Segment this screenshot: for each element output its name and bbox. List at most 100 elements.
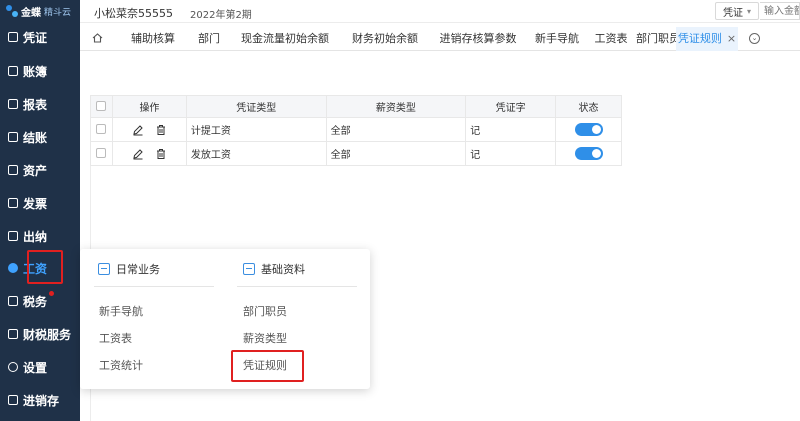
basic-data-icon (243, 263, 255, 275)
invoice-icon (8, 198, 18, 208)
chevron-down-icon: ▾ (746, 6, 751, 16)
sidebar-item-label: 设置 (23, 360, 48, 375)
sidebar-item-label: 税务 (23, 294, 48, 309)
sidebar-item-invoice[interactable]: 发票 (0, 190, 80, 216)
trash-icon[interactable] (155, 124, 167, 136)
header-voucher-word: 凭证字 (465, 95, 557, 118)
home-icon[interactable] (92, 33, 103, 43)
tab-auxiliary[interactable]: 辅助核算 (118, 27, 188, 51)
inventory-icon (8, 395, 18, 405)
header-salary-type: 薪资类型 (325, 95, 467, 118)
trash-icon[interactable] (155, 148, 167, 160)
sidebar-item-label: 进销存 (23, 393, 60, 408)
tab-cashflow-initial[interactable]: 现金流量初始余额 (230, 27, 340, 51)
sidebar-item-label: 发票 (23, 196, 48, 211)
header-voucher-type: 凭证类型 (185, 95, 327, 118)
status-toggle[interactable] (574, 147, 603, 160)
tax-icon (8, 296, 18, 306)
logo: 金蝶 精斗云 (6, 2, 71, 20)
tab-department[interactable]: 部门 (190, 27, 228, 51)
tab-bar: 辅助核算 部门 现金流量初始余额 财务初始余额 进销存核算参数 新手导航 工资表… (80, 27, 800, 51)
sidebar-item-cashier[interactable]: 出纳 (0, 223, 80, 249)
sidebar-item-label: 财税服务 (23, 327, 72, 342)
submenu-item-beginner-guide[interactable]: 新手导航 (99, 303, 143, 319)
payroll-submenu: 日常业务 新手导航 工资表 工资统计 基础资料 部门职员 薪资类型 凭证规则 (80, 249, 370, 389)
tab-beginner-guide[interactable]: 新手导航 (528, 27, 586, 51)
row-voucher-word: 记 (465, 117, 557, 142)
tab-voucher-rules[interactable]: 凭证规则 × (676, 27, 738, 51)
sidebar: 金蝶 精斗云 凭证 账簿 报表 结账 资产 发票 出纳 工资 税务 财税服务 设… (0, 0, 80, 421)
submenu-header-basic: 基础资料 (243, 260, 305, 278)
notification-dot (49, 291, 54, 296)
daily-business-icon (98, 263, 110, 275)
row-salary-type: 全部 (325, 141, 467, 166)
table-header-row: 操作 凭证类型 薪资类型 凭证字 状态 (90, 95, 622, 118)
submenu-item-department-staff[interactable]: 部门职员 (243, 303, 287, 319)
period-label: 2022年第2期 (190, 10, 252, 21)
highlight-box-voucher-rules (231, 350, 304, 382)
sidebar-item-voucher[interactable]: 凭证 (0, 24, 80, 50)
row-salary-type: 全部 (325, 117, 467, 142)
payroll-icon (8, 263, 18, 273)
row-status (555, 141, 622, 166)
more-tabs-icon[interactable]: ⌄ (749, 33, 760, 44)
sidebar-item-report[interactable]: 报表 (0, 91, 80, 117)
sidebar-item-assets[interactable]: 资产 (0, 157, 80, 183)
select-all-checkbox[interactable] (96, 101, 107, 111)
company-selector[interactable]: 小松菜奈55555 (94, 5, 173, 21)
voucher-icon (8, 32, 18, 42)
logo-icon (6, 5, 18, 17)
sidebar-item-label: 资产 (23, 163, 48, 178)
tab-department-staff[interactable]: 部门职员 (636, 27, 680, 51)
sidebar-item-settings[interactable]: 设置 (0, 354, 80, 380)
cashier-icon (8, 231, 18, 241)
gear-icon (8, 362, 18, 372)
submenu-header-daily: 日常业务 (98, 260, 160, 278)
report-icon (8, 99, 18, 109)
submenu-item-salary-type[interactable]: 薪资类型 (243, 330, 287, 346)
sidebar-item-ledger[interactable]: 账簿 (0, 58, 80, 84)
status-toggle[interactable] (574, 123, 603, 136)
submenu-title: 日常业务 (116, 263, 160, 276)
tab-label: 凭证规则 (677, 32, 722, 45)
tab-inventory-params[interactable]: 进销存核算参数 (430, 27, 526, 51)
submenu-item-payroll-sheet[interactable]: 工资表 (99, 330, 132, 346)
sidebar-item-label: 账簿 (23, 64, 48, 79)
chevron-down-icon[interactable]: ⌄ (164, 4, 172, 14)
row-voucher-word: 记 (465, 141, 557, 166)
sidebar-item-inventory[interactable]: 进销存 (0, 387, 80, 413)
header-status: 状态 (555, 95, 622, 118)
tab-payroll-sheet[interactable]: 工资表 (588, 27, 634, 51)
row-checkbox[interactable] (96, 124, 107, 134)
divider (94, 286, 214, 287)
submenu-item-payroll-stats[interactable]: 工资统计 (99, 357, 143, 373)
sidebar-item-tax[interactable]: 税务 (0, 288, 80, 314)
logo-text: 金蝶 (21, 7, 41, 19)
sidebar-item-finance-service[interactable]: 财税服务 (0, 321, 80, 347)
divider (237, 286, 357, 287)
row-voucher-type: 发放工资 (185, 141, 327, 166)
topbar: 小松菜奈55555 ⌄ 2022年第2期 凭证 ▾ (80, 0, 800, 23)
sidebar-item-label: 凭证 (23, 30, 48, 45)
row-voucher-type: 计提工资 (185, 117, 327, 142)
ledger-icon (8, 66, 18, 76)
row-select[interactable] (90, 117, 113, 142)
search-scope-label: 凭证 (722, 7, 743, 19)
header-select-all[interactable] (90, 95, 113, 118)
submenu-title: 基础资料 (261, 263, 305, 276)
search-scope-select[interactable]: 凭证 ▾ (715, 2, 759, 20)
voucher-rules-table: 操作 凭证类型 薪资类型 凭证字 状态 计提工资 全部 记 发放工资 全部 记 (90, 95, 622, 166)
sidebar-item-closing[interactable]: 结账 (0, 124, 80, 150)
row-actions (111, 117, 187, 142)
row-checkbox[interactable] (96, 148, 107, 158)
edit-icon[interactable] (132, 148, 144, 160)
edit-icon[interactable] (132, 124, 144, 136)
row-select[interactable] (90, 141, 113, 166)
row-status (555, 117, 622, 142)
tab-finance-initial[interactable]: 财务初始余额 (342, 27, 428, 51)
closing-icon (8, 132, 18, 142)
close-icon[interactable]: × (727, 32, 736, 45)
search-input[interactable] (760, 2, 800, 20)
assets-icon (8, 165, 18, 175)
highlight-box-payroll (27, 250, 63, 284)
